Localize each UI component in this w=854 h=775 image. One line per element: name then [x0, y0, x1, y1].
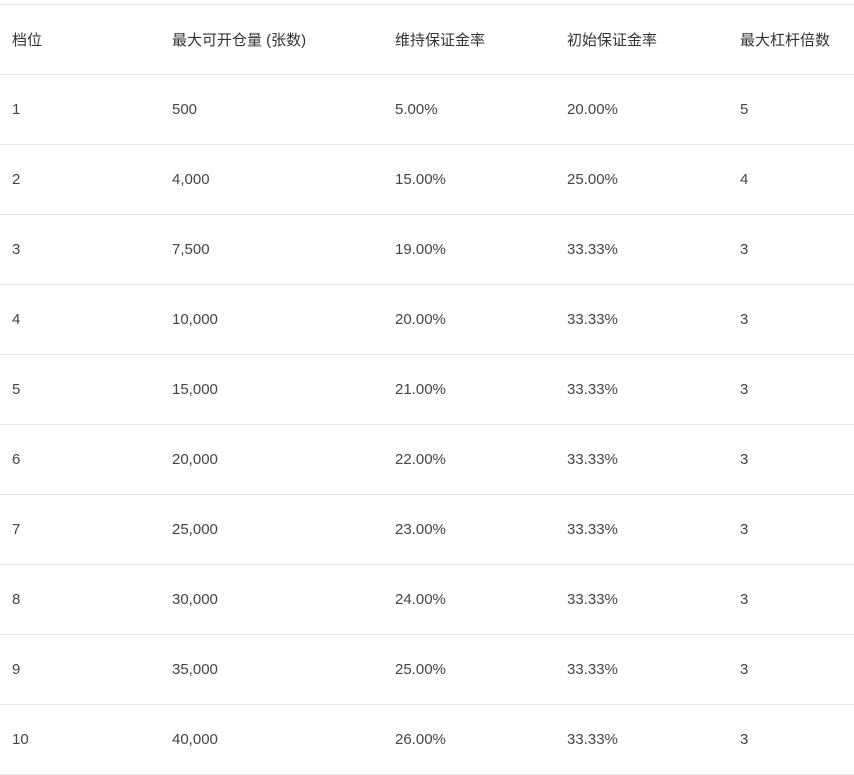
cell-initial-margin: 33.33% [567, 564, 740, 635]
cell-maintenance-margin: 25.00% [395, 634, 567, 705]
table-row: 2 4,000 15.00% 25.00% 4 [0, 144, 854, 215]
cell-max-position: 25,000 [172, 494, 395, 565]
cell-max-leverage: 3 [740, 634, 854, 705]
cell-max-leverage: 3 [740, 424, 854, 495]
header-row: 档位 最大可开仓量 (张数) 维持保证金率 初始保证金率 最大杠杆倍数 [0, 4, 854, 75]
header-initial-margin: 初始保证金率 [567, 4, 740, 75]
cell-initial-margin: 33.33% [567, 214, 740, 285]
header-max-position: 最大可开仓量 (张数) [172, 4, 395, 75]
cell-initial-margin: 33.33% [567, 284, 740, 355]
cell-max-leverage: 3 [740, 284, 854, 355]
table-row: 8 30,000 24.00% 33.33% 3 [0, 564, 854, 635]
cell-max-position: 7,500 [172, 214, 395, 285]
header-max-leverage: 最大杠杆倍数 [740, 4, 854, 75]
cell-initial-margin: 33.33% [567, 354, 740, 425]
cell-tier: 8 [0, 564, 172, 635]
cell-tier: 9 [0, 634, 172, 705]
cell-maintenance-margin: 26.00% [395, 704, 567, 775]
cell-maintenance-margin: 5.00% [395, 74, 567, 145]
cell-maintenance-margin: 21.00% [395, 354, 567, 425]
cell-maintenance-margin: 15.00% [395, 144, 567, 215]
cell-tier: 3 [0, 214, 172, 285]
table-row: 10 40,000 26.00% 33.33% 3 [0, 704, 854, 775]
table-row: 9 35,000 25.00% 33.33% 3 [0, 634, 854, 705]
cell-maintenance-margin: 23.00% [395, 494, 567, 565]
cell-initial-margin: 25.00% [567, 144, 740, 215]
cell-initial-margin: 33.33% [567, 494, 740, 565]
header-maintenance-margin: 维持保证金率 [395, 4, 567, 75]
cell-maintenance-margin: 19.00% [395, 214, 567, 285]
cell-max-position: 20,000 [172, 424, 395, 495]
table-row: 4 10,000 20.00% 33.33% 3 [0, 284, 854, 355]
table-row: 3 7,500 19.00% 33.33% 3 [0, 214, 854, 285]
cell-max-leverage: 5 [740, 74, 854, 145]
cell-initial-margin: 33.33% [567, 704, 740, 775]
table-row: 5 15,000 21.00% 33.33% 3 [0, 354, 854, 425]
cell-max-leverage: 3 [740, 564, 854, 635]
cell-initial-margin: 20.00% [567, 74, 740, 145]
cell-max-position: 15,000 [172, 354, 395, 425]
cell-max-position: 40,000 [172, 704, 395, 775]
cell-max-position: 500 [172, 74, 395, 145]
cell-maintenance-margin: 24.00% [395, 564, 567, 635]
cell-max-leverage: 3 [740, 704, 854, 775]
cell-tier: 1 [0, 74, 172, 145]
cell-tier: 10 [0, 704, 172, 775]
cell-tier: 5 [0, 354, 172, 425]
cell-max-leverage: 4 [740, 144, 854, 215]
cell-tier: 2 [0, 144, 172, 215]
cell-max-position: 30,000 [172, 564, 395, 635]
table-row: 6 20,000 22.00% 33.33% 3 [0, 424, 854, 495]
cell-maintenance-margin: 22.00% [395, 424, 567, 495]
cell-max-position: 4,000 [172, 144, 395, 215]
cell-max-leverage: 3 [740, 354, 854, 425]
cell-max-position: 35,000 [172, 634, 395, 705]
cell-max-position: 10,000 [172, 284, 395, 355]
table-row: 7 25,000 23.00% 33.33% 3 [0, 494, 854, 565]
cell-max-leverage: 3 [740, 214, 854, 285]
table-row: 1 500 5.00% 20.00% 5 [0, 74, 854, 145]
header-tier: 档位 [0, 4, 172, 75]
cell-maintenance-margin: 20.00% [395, 284, 567, 355]
cell-tier: 7 [0, 494, 172, 565]
cell-max-leverage: 3 [740, 494, 854, 565]
cell-initial-margin: 33.33% [567, 634, 740, 705]
table-header: 档位 最大可开仓量 (张数) 维持保证金率 初始保证金率 最大杠杆倍数 [0, 4, 854, 75]
cell-tier: 6 [0, 424, 172, 495]
table-body: 1 500 5.00% 20.00% 5 2 4,000 15.00% 25.0… [0, 74, 854, 775]
cell-tier: 4 [0, 284, 172, 355]
leverage-tier-table: 档位 最大可开仓量 (张数) 维持保证金率 初始保证金率 最大杠杆倍数 1 50… [0, 4, 854, 775]
cell-initial-margin: 33.33% [567, 424, 740, 495]
